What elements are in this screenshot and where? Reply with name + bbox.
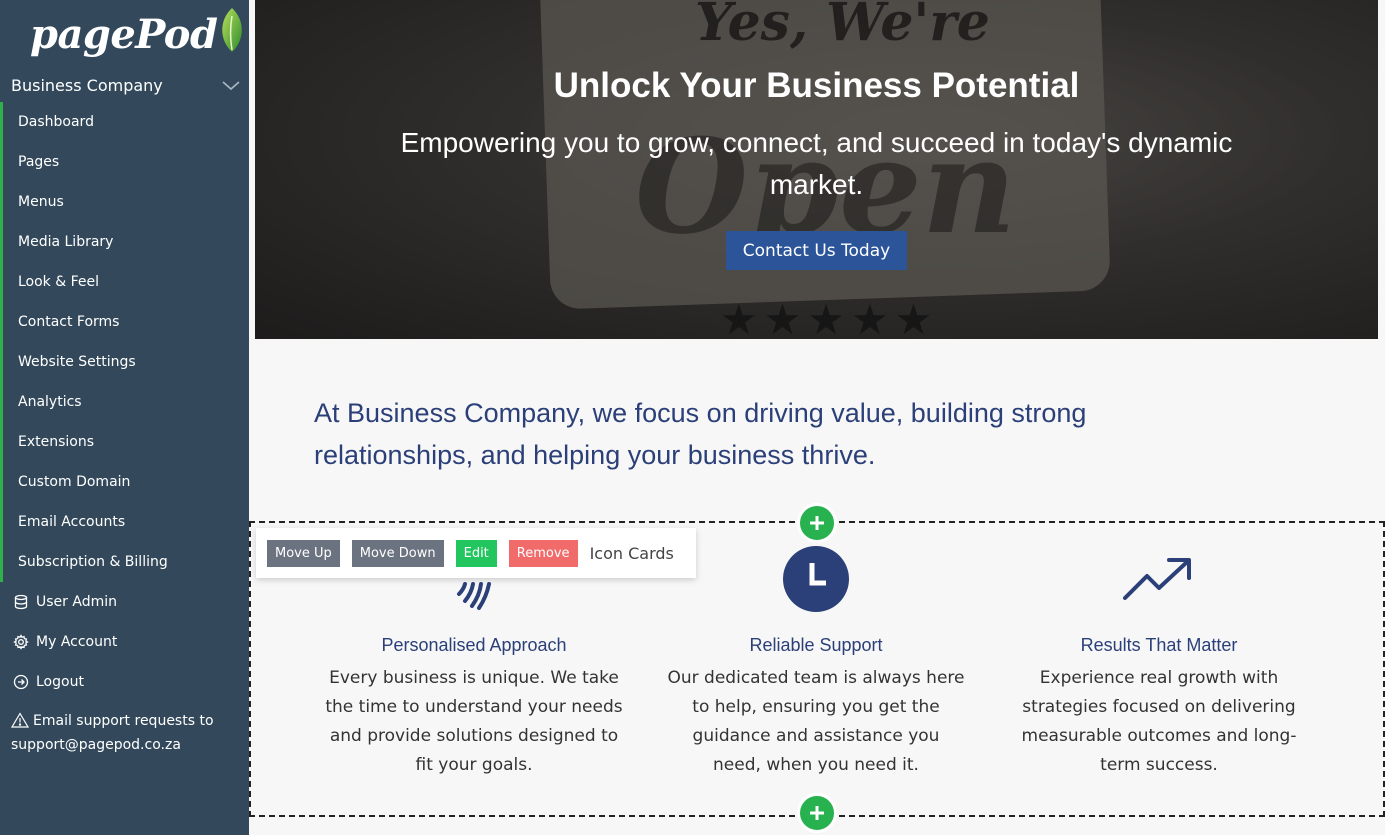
sidebar-nav: Dashboard Pages Menus Media Library Look… [0,102,249,702]
icon-card: Results That Matter Experience real grow… [1009,545,1309,780]
card-title: Reliable Support [749,635,883,655]
plus-icon [810,516,824,530]
sidebar-item-user-admin[interactable]: User Admin [0,582,249,622]
sidebar-item-label: Extensions [18,434,95,450]
card-text: Our dedicated team is always here to hel… [667,668,965,775]
support-email-link[interactable]: support@pagepod.co.za [11,737,181,753]
sidebar-item-my-account[interactable]: My Account [0,622,249,662]
support-text: Email support requests to [33,713,214,729]
sidebar-item-label: Website Settings [18,354,136,370]
hero-subtitle: Empowering you to grow, connect, and suc… [400,127,1233,200]
pagepod-logo[interactable]: pagePod [30,6,245,62]
company-selector[interactable]: Business Company [11,72,241,98]
sidebar-item-label: Dashboard [18,114,94,130]
sidebar-item-label: Analytics [18,394,82,410]
gear-icon [12,633,30,651]
company-name: Business Company [11,75,163,95]
card-title: Results That Matter [1080,635,1238,655]
sidebar-item-label: Contact Forms [18,314,120,330]
logo-text: pagePod [30,10,218,58]
sidebar-item-subscription-billing[interactable]: Subscription & Billing [0,542,249,582]
sidebar-item-label: Subscription & Billing [18,554,168,570]
card-text: Experience real growth with strategies f… [1021,668,1297,775]
chevron-down-icon [221,75,241,95]
sidebar-item-label: Logout [36,674,84,690]
sidebar-item-label: Media Library [18,234,114,250]
add-block-below-button[interactable] [797,793,837,833]
sidebar-item-look-and-feel[interactable]: Look & Feel [0,262,249,302]
sidebar-item-label: Email Accounts [18,514,126,530]
icon-card: Reliable Support Our dedicated team is a… [666,545,966,780]
sidebar-item-label: Look & Feel [18,274,100,290]
sidebar-item-custom-domain[interactable]: Custom Domain [0,462,249,502]
support-note: Email support requests to support@pagepo… [10,711,241,756]
intro-text: At Business Company, we focus on driving… [314,398,1087,470]
contact-us-button[interactable]: Contact Us Today [726,231,907,270]
leaf-icon [219,6,245,58]
card-text: Every business is unique. We take the ti… [325,668,623,775]
logout-icon [12,673,30,691]
sidebar-item-label: My Account [36,634,118,650]
database-icon [12,593,30,611]
card-title: Personalised Approach [381,635,567,655]
sidebar-item-label: Custom Domain [18,474,131,490]
sidebar-item-extensions[interactable]: Extensions [0,422,249,462]
trend-up-icon [1009,545,1309,613]
sidebar-item-contact-forms[interactable]: Contact Forms [0,302,249,342]
sidebar-item-menus[interactable]: Menus [0,182,249,222]
sidebar-item-dashboard[interactable]: Dashboard [0,102,249,142]
sidebar: pagePod Business Company Dashboard Pages… [0,0,249,835]
add-block-above-button[interactable] [797,503,837,543]
warning-icon [10,712,30,735]
sidebar-item-logout[interactable]: Logout [0,662,249,702]
sidebar-item-label: Pages [18,154,60,170]
hero-banner: Yes, We're Open ★★★★★ Unlock Your Busine… [255,0,1378,339]
sidebar-item-analytics[interactable]: Analytics [0,382,249,422]
sidebar-item-website-settings[interactable]: Website Settings [0,342,249,382]
hero-title: Unlock Your Business Potential [553,66,1080,105]
sidebar-item-label: Menus [18,194,64,210]
sidebar-item-label: User Admin [36,594,117,610]
icon-card: Personalised Approach Every business is … [324,545,624,780]
sidebar-item-pages[interactable]: Pages [0,142,249,182]
sidebar-item-email-accounts[interactable]: Email Accounts [0,502,249,542]
fingerprint-icon [324,545,624,613]
sidebar-item-media-library[interactable]: Media Library [0,222,249,262]
plus-icon [810,806,824,820]
clock-icon [666,545,966,613]
